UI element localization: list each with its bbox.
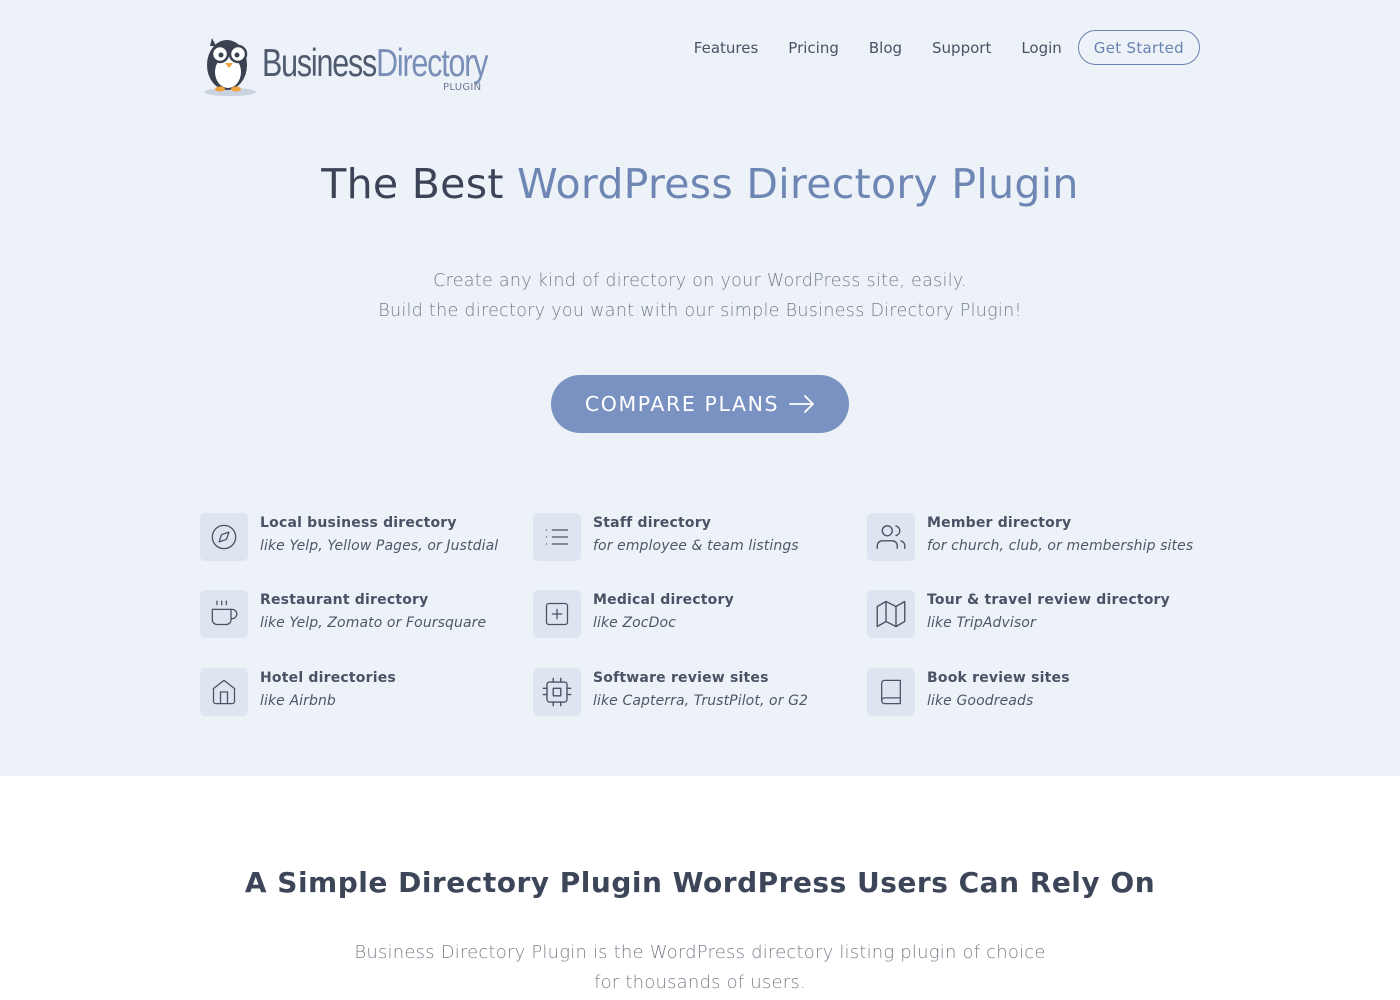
feature-book-review: Book review sites like Goodreads: [867, 668, 1197, 716]
nav-pricing[interactable]: Pricing: [788, 39, 839, 57]
logo-subtext: PLUGIN: [443, 82, 482, 93]
feature-restaurant: Restaurant directory like Yelp, Zomato o…: [200, 590, 530, 638]
feature-description: like Goodreads: [927, 693, 1034, 709]
penguin-mascot-icon: [204, 38, 256, 96]
feature-description: like ZocDoc: [593, 615, 676, 631]
site-logo[interactable]: BusinessDirectory PLUGIN: [200, 32, 500, 98]
book-icon: [881, 679, 901, 705]
cpu-icon: [542, 677, 572, 707]
feature-medical: Medical directory like ZocDoc: [533, 590, 863, 638]
feature-title: Staff directory: [593, 515, 712, 531]
feature-description: for employee & team listings: [593, 538, 799, 554]
nav-blog[interactable]: Blog: [869, 39, 902, 57]
hero-subtitle: Create any kind of directory on your Wor…: [0, 266, 1400, 326]
compare-plans-button[interactable]: COMPARE PLANS: [551, 375, 849, 433]
feature-title: Local business directory: [260, 515, 457, 531]
hero-subtitle-line-2: Build the directory you want with our si…: [378, 301, 1022, 321]
nav-login[interactable]: Login: [1021, 39, 1061, 57]
feature-title: Medical directory: [593, 592, 734, 608]
feature-description: like Capterra, TrustPilot, or G2: [593, 693, 809, 709]
nav-features[interactable]: Features: [694, 39, 759, 57]
hero-title: The Best WordPress Directory Plugin: [0, 160, 1400, 208]
feature-description: like Yelp, Yellow Pages, or Justdial: [260, 538, 499, 554]
plus-square-icon: [545, 602, 569, 626]
feature-description: like Yelp, Zomato or Foursquare: [260, 615, 487, 631]
feature-staff: Staff directory for employee & team list…: [533, 513, 863, 561]
feature-description: for church, club, or membership sites: [927, 538, 1194, 554]
feature-tour-travel: Tour & travel review directory like Trip…: [867, 590, 1197, 638]
feature-title: Hotel directories: [260, 670, 396, 686]
feature-title: Book review sites: [927, 670, 1070, 686]
feature-icon-tile: [533, 590, 581, 638]
feature-icon-tile: [533, 668, 581, 716]
list-icon: [545, 529, 569, 545]
arrow-right-icon: [789, 395, 815, 413]
nav-support[interactable]: Support: [932, 39, 991, 57]
feature-description: like TripAdvisor: [927, 615, 1036, 631]
feature-icon-tile: [200, 590, 248, 638]
get-started-button[interactable]: Get Started: [1077, 30, 1200, 65]
feature-description: like Airbnb: [260, 693, 336, 709]
users-icon: [876, 525, 906, 549]
feature-title: Restaurant directory: [260, 592, 429, 608]
feature-icon-tile: [533, 513, 581, 561]
hero-subtitle-line-1: Create any kind of directory on your Wor…: [433, 271, 967, 291]
hero-title-accent: WordPress Directory Plugin: [517, 160, 1079, 208]
feature-title: Software review sites: [593, 670, 769, 686]
main-nav: Features Pricing Blog Support Login Get …: [694, 30, 1200, 65]
map-icon: [876, 600, 906, 628]
feature-icon-tile: [200, 668, 248, 716]
feature-icon-tile: [867, 513, 915, 561]
feature-local-business: Local business directory like Yelp, Yell…: [200, 513, 530, 561]
feature-member: Member directory for church, club, or me…: [867, 513, 1197, 561]
feature-title: Member directory: [927, 515, 1072, 531]
compare-plans-label: COMPARE PLANS: [584, 392, 780, 416]
section-2-title: A Simple Directory Plugin WordPress User…: [244, 866, 1156, 899]
feature-icon-tile: [867, 668, 915, 716]
section-2-text: Business Directory Plugin is the WordPre…: [354, 942, 1046, 993]
coffee-cup-icon: [211, 600, 238, 626]
feature-software-review: Software review sites like Capterra, Tru…: [533, 668, 863, 716]
feature-title: Tour & travel review directory: [927, 592, 1170, 608]
feature-hotel: Hotel directories like Airbnb: [200, 668, 530, 716]
logo-wordmark: BusinessDirectory: [262, 42, 488, 85]
hero-section: BusinessDirectory PLUGIN Features Pricin…: [0, 0, 1400, 776]
home-icon: [212, 679, 236, 705]
feature-icon-tile: [200, 513, 248, 561]
compass-icon: [211, 524, 237, 550]
hero-title-plain: The Best: [321, 160, 504, 208]
feature-icon-tile: [867, 590, 915, 638]
